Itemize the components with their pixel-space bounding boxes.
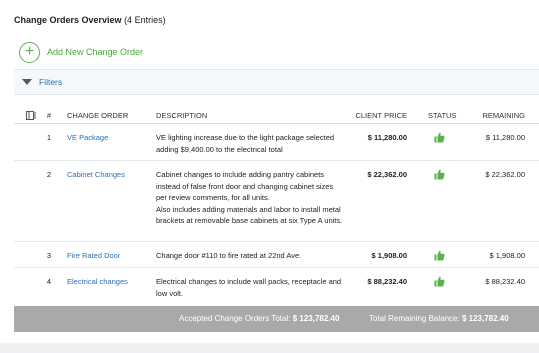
col-header-status: STATUS [428, 111, 457, 120]
table-row: 1 VE Package VE lighting increase due to… [14, 124, 539, 161]
col-header-price: CLIENT PRICE [355, 111, 407, 120]
remaining-total-label: Total Remaining Balance: [369, 314, 460, 323]
row-remaining: $ 11,280.00 [485, 133, 525, 142]
remaining-total-value: $ 123,782.40 [461, 314, 509, 323]
accepted-total-label: Accepted Change Orders Total: [179, 314, 291, 323]
table-row: 3 Fire Rated Door Change door #110 to fi… [14, 242, 539, 268]
row-description: Change door #110 to fire rated at 22nd A… [156, 251, 302, 260]
thumbs-up-icon [434, 250, 445, 261]
change-order-link[interactable]: Fire Rated Door [67, 250, 120, 262]
accepted-total-value: $ 123,782.40 [292, 314, 340, 323]
row-description: Cabinet changes to include adding pantry… [156, 169, 346, 227]
change-orders-table: # CHANGE ORDER DESCRIPTION CLIENT PRICE … [14, 107, 539, 305]
page-background-strip [0, 343, 539, 353]
col-header-remaining: REMAINING [482, 111, 525, 120]
row-number: 4 [46, 277, 52, 286]
row-number: 2 [46, 170, 52, 179]
page-title: Change Orders Overview (4 Entries) [14, 15, 166, 25]
row-remaining: $ 1,908.00 [489, 251, 525, 260]
row-client-price: $ 11,280.00 [367, 133, 407, 142]
add-change-order-label: Add New Change Order [47, 47, 144, 57]
add-change-order-button[interactable]: + Add New Change Order [19, 41, 143, 63]
page-title-text: Change Orders Overview [14, 15, 122, 25]
change-order-link[interactable]: Cabinet Changes [67, 169, 125, 181]
entry-count: (4 Entries) [124, 15, 166, 25]
row-number: 1 [46, 133, 52, 142]
remaining-total: Total Remaining Balance: $ 123,782.40 [369, 314, 509, 323]
row-client-price: $ 1,908.00 [371, 251, 407, 260]
table-row: 4 Electrical changes Electrical changes … [14, 268, 539, 305]
change-orders-panel: Change Orders Overview (4 Entries) + Add… [0, 0, 539, 343]
row-number: 3 [46, 251, 52, 260]
col-header-desc: DESCRIPTION [156, 111, 208, 120]
thumbs-up-icon [434, 169, 445, 180]
table-header: # CHANGE ORDER DESCRIPTION CLIENT PRICE … [14, 107, 539, 124]
columns-icon[interactable] [26, 111, 36, 122]
row-description-line: Also includes adding materials and labor… [156, 204, 343, 226]
thumbs-up-icon [434, 276, 445, 287]
row-description: VE lighting increase due to the light pa… [156, 133, 335, 154]
change-order-link[interactable]: VE Package [67, 132, 108, 144]
row-client-price: $ 88,232.40 [367, 277, 407, 286]
col-header-num: # [46, 111, 52, 120]
row-remaining: $ 22,362.00 [485, 170, 525, 179]
filters-toggle[interactable]: Filters [14, 69, 539, 95]
row-description: Electrical changes to include wall packs… [156, 277, 342, 298]
table-row: 2 Cabinet Changes Cabinet changes to inc… [14, 161, 539, 242]
thumbs-up-icon [434, 132, 445, 143]
row-remaining: $ 88,232.40 [485, 277, 525, 286]
row-description-line: Cabinet changes to include adding pantry… [156, 170, 334, 202]
filters-label: Filters [39, 77, 63, 87]
triangle-down-icon [22, 79, 32, 85]
accepted-total: Accepted Change Orders Total: $ 123,782.… [179, 314, 339, 323]
plus-circle-icon: + [19, 41, 40, 63]
change-order-link[interactable]: Electrical changes [67, 276, 128, 288]
row-client-price: $ 22,362.00 [367, 170, 407, 179]
totals-bar: Accepted Change Orders Total: $ 123,782.… [14, 306, 539, 332]
col-header-name: CHANGE ORDER [67, 111, 129, 120]
